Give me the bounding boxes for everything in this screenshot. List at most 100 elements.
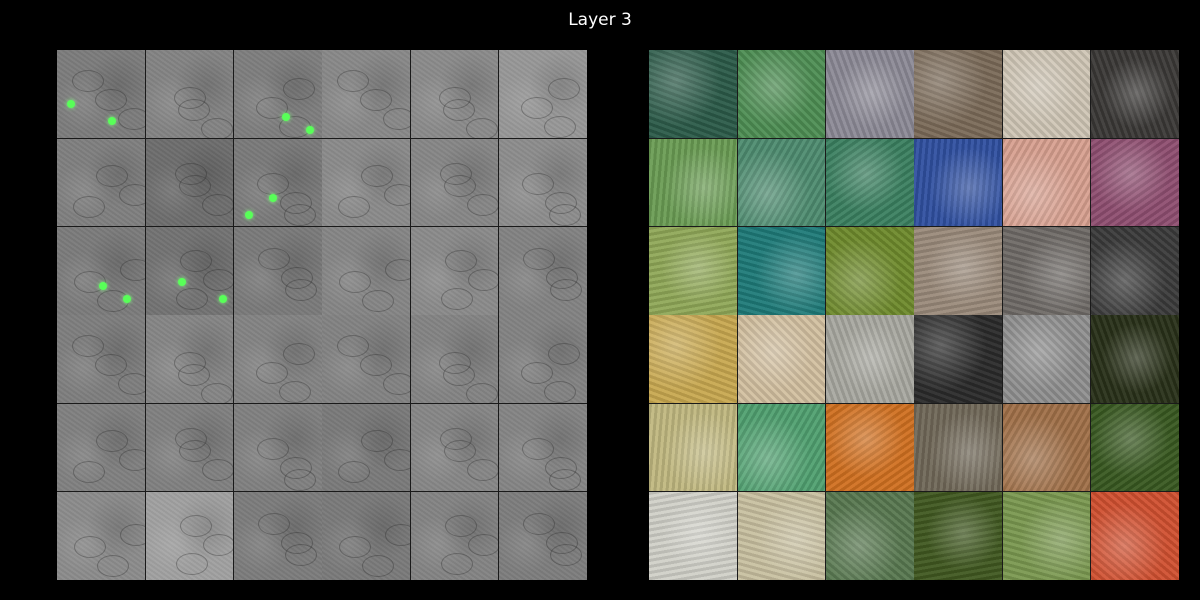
deconv-texture — [466, 193, 499, 216]
deconv-texture — [174, 427, 207, 450]
deconv-tile — [410, 315, 499, 403]
deconv-tile — [499, 227, 587, 315]
deconv-tile — [499, 492, 587, 580]
deconv-texture — [118, 373, 145, 395]
deconv-texture — [175, 288, 208, 311]
activation-spot — [123, 295, 131, 304]
deconv-texture — [522, 437, 555, 460]
deconv-texture — [362, 290, 394, 313]
image-patch — [1091, 315, 1179, 403]
image-patch — [1091, 227, 1179, 315]
deconv-tile — [499, 315, 587, 403]
deconv-texture — [339, 536, 371, 559]
deconv-tile — [234, 138, 322, 227]
image-patch — [1002, 50, 1091, 138]
deconv-tile — [145, 315, 234, 403]
deconv-texture — [465, 118, 498, 138]
image-patch — [1091, 492, 1179, 580]
activation-spot — [67, 100, 75, 108]
image-patch — [1002, 138, 1091, 227]
deconv-texture — [95, 354, 127, 376]
deconv-texture — [548, 343, 581, 365]
deconv-tile — [57, 403, 145, 492]
activation-spot — [218, 295, 227, 304]
image-patch — [826, 315, 914, 403]
deconv-tile — [322, 227, 410, 315]
image-patch — [826, 50, 914, 138]
deconv-texture — [444, 515, 477, 538]
deconv-texture — [523, 513, 556, 536]
patch-group-top-left — [649, 50, 914, 315]
deconv-texture — [96, 164, 128, 187]
deconv-texture — [173, 352, 206, 374]
deconv-texture — [174, 162, 207, 185]
deconv-tile — [57, 227, 145, 315]
deconv-tile — [145, 403, 234, 492]
deconv-texture — [283, 78, 316, 100]
image-patch — [737, 492, 826, 580]
deconv-texture — [257, 172, 290, 195]
deconv-texture — [280, 191, 313, 214]
deconv-texture — [440, 553, 473, 576]
deconv-tile — [234, 403, 322, 492]
deconv-texture — [439, 162, 472, 185]
image-patch — [914, 50, 1002, 138]
deconv-texture — [465, 383, 498, 403]
deconv-texture — [360, 354, 392, 376]
deconv-texture — [523, 248, 556, 271]
deconv-texture — [258, 513, 291, 536]
image-patch — [1091, 403, 1179, 492]
deconv-texture — [202, 534, 234, 557]
image-patch — [649, 227, 737, 315]
deconv-tile — [410, 492, 499, 580]
deconv-tile — [234, 315, 322, 403]
deconv-texture — [119, 183, 145, 206]
deconv-texture — [175, 553, 208, 576]
activation-spot — [269, 193, 278, 202]
image-patch — [1002, 315, 1091, 403]
activation-spot — [177, 278, 186, 287]
deconv-group-top-left — [57, 50, 322, 315]
activation-spot — [99, 282, 107, 291]
deconv-tile — [499, 50, 587, 138]
deconv-group-bottom-left — [57, 315, 322, 580]
image-patch — [826, 138, 914, 227]
deconv-texture — [337, 70, 369, 92]
deconv-tile — [499, 403, 587, 492]
deconv-tile — [234, 492, 322, 580]
deconv-tile — [322, 138, 410, 227]
deconv-texture — [96, 429, 128, 452]
image-patch — [649, 492, 737, 580]
deconv-texture — [362, 555, 394, 578]
deconv-texture — [548, 78, 581, 100]
deconv-tile — [57, 492, 145, 580]
deconv-tile — [145, 138, 234, 227]
deconv-texture — [545, 456, 578, 479]
deconv-texture — [283, 343, 316, 365]
deconv-texture — [72, 335, 104, 357]
deconv-texture — [360, 89, 392, 111]
image-patch — [649, 138, 737, 227]
patch-group-bottom-right — [914, 315, 1179, 580]
activation-spot — [306, 126, 315, 134]
deconv-texture — [97, 555, 129, 578]
deconv-texture — [200, 118, 233, 138]
deconv-texture — [179, 250, 212, 273]
deconv-texture — [467, 269, 499, 292]
deconv-texture — [385, 524, 410, 547]
deconv-texture — [544, 116, 577, 138]
deconv-tile — [145, 50, 234, 138]
deconv-tile — [410, 138, 499, 227]
deconv-texture — [438, 87, 471, 109]
deconv-texture — [466, 458, 499, 481]
deconv-texture — [438, 352, 471, 374]
activation-spot — [108, 117, 116, 125]
deconv-group-top-right — [322, 50, 587, 315]
image-patch — [1002, 227, 1091, 315]
deconv-texture — [361, 429, 393, 452]
deconv-texture — [257, 437, 290, 460]
deconv-texture — [280, 456, 313, 479]
deconv-texture — [440, 288, 473, 311]
deconv-tile — [145, 492, 234, 580]
image-patch — [914, 227, 1002, 315]
